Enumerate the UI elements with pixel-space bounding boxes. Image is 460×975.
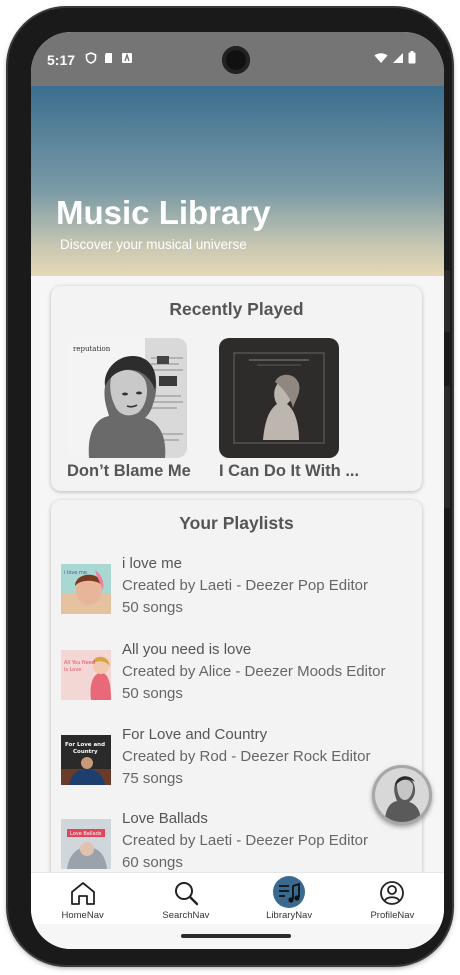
playlist-creator: Created by Rod - Deezer Rock Editor xyxy=(122,748,371,765)
app-screen: 5:17 Music Library Discover your musical… xyxy=(31,32,444,949)
recently-played-title: Recently Played xyxy=(169,299,304,319)
svg-text:is Love: is Love xyxy=(64,667,81,673)
recently-played-card: Recently Played reputation Don’t Blame M… xyxy=(51,286,422,491)
playlists-title: Your Playlists xyxy=(179,513,294,533)
status-notification-icons xyxy=(85,52,133,64)
nav-search[interactable]: SearchNav xyxy=(134,873,237,924)
album-cover-tortured-poets-icon xyxy=(219,338,339,458)
page-subtitle: Discover your musical universe xyxy=(60,237,247,252)
wifi-icon xyxy=(374,52,388,63)
search-icon xyxy=(174,882,199,906)
library-icon xyxy=(279,882,301,903)
svg-text:i love me: i love me xyxy=(64,570,87,576)
playlist-name: All you need is love xyxy=(122,641,252,658)
playlist-creator: Created by Laeti - Deezer Pop Editor xyxy=(122,832,368,849)
album-cover-reputation-icon: reputation xyxy=(67,338,187,458)
playlist-item[interactable]: All You Need is Love All you need is lov… xyxy=(61,641,411,711)
home-icon xyxy=(70,882,95,905)
playlist-name: Love Ballads xyxy=(122,810,208,827)
playlist-song-count: 50 songs xyxy=(122,685,183,702)
power-button xyxy=(444,386,450,508)
status-system-icons xyxy=(374,51,416,64)
nav-profile-label: ProfileNav xyxy=(370,910,415,921)
front-camera xyxy=(222,46,250,74)
svg-text:Country: Country xyxy=(73,749,98,755)
status-bar: 5:17 xyxy=(31,32,444,86)
shield-icon xyxy=(85,52,97,64)
playlist-song-count: 75 songs xyxy=(122,770,183,787)
playlist-song-count: 50 songs xyxy=(122,599,183,616)
recent-item-title: I Can Do It With ... xyxy=(219,462,360,480)
playlist-name: For Love and Country xyxy=(122,726,268,743)
playlist-cover-icon: i love me xyxy=(61,564,111,614)
recent-item-dont-blame-me[interactable]: reputation Don’t Blame Me xyxy=(67,338,207,481)
now-playing-cover-icon xyxy=(375,768,429,822)
svg-text:All You Need: All You Need xyxy=(64,660,95,666)
playlist-song-count: 60 songs xyxy=(122,854,183,871)
sd-card-icon xyxy=(105,53,112,63)
nav-home[interactable]: HomeNav xyxy=(31,873,134,924)
playlist-cover-icon: Love Ballads xyxy=(61,819,111,869)
svg-text:reputation: reputation xyxy=(73,345,111,353)
now-playing-button[interactable] xyxy=(372,765,432,825)
nav-home-label: HomeNav xyxy=(61,910,104,921)
status-time: 5:17 xyxy=(47,52,76,68)
playlist-name: i love me xyxy=(122,555,183,572)
playlist-creator: Created by Alice - Deezer Moods Editor xyxy=(122,663,386,680)
phone-frame: 5:17 Music Library Discover your musical… xyxy=(8,8,452,965)
battery-icon xyxy=(408,51,416,64)
playlist-item[interactable]: i love me i love me Created by Laeti - D… xyxy=(61,555,411,625)
signal-icon xyxy=(393,52,403,63)
playlist-creator: Created by Laeti - Deezer Pop Editor xyxy=(122,577,368,594)
svg-text:Love Ballads: Love Ballads xyxy=(70,831,102,837)
profile-icon xyxy=(380,881,405,905)
app-notification-icon xyxy=(122,52,132,63)
nav-search-label: SearchNav xyxy=(162,910,210,921)
nav-library-label: LibraryNav xyxy=(266,910,313,921)
library-header: Music Library Discover your musical univ… xyxy=(31,86,444,276)
nav-profile[interactable]: ProfileNav xyxy=(341,873,444,924)
volume-button xyxy=(444,270,450,332)
svg-text:For Love and: For Love and xyxy=(65,742,105,748)
home-gesture-bar[interactable] xyxy=(181,934,291,938)
nav-library[interactable]: LibraryNav xyxy=(238,873,341,924)
bottom-navigation: HomeNav SearchNav LibraryNav ProfileNav xyxy=(31,872,444,924)
recent-item-i-can-do-it-with[interactable]: I Can Do It With ... xyxy=(219,338,359,481)
recent-item-title: Don’t Blame Me xyxy=(67,462,191,480)
playlists-card: Your Playlists i love me i love me Creat… xyxy=(51,500,422,880)
gesture-area xyxy=(31,924,444,949)
playlist-item[interactable]: Love Ballads Love Ballads Created by Lae… xyxy=(61,810,411,880)
page-title: Music Library xyxy=(56,194,271,231)
playlist-item[interactable]: For Love and Country For Love and Countr… xyxy=(61,726,411,796)
playlist-cover-icon: All You Need is Love xyxy=(61,650,111,700)
playlist-cover-icon: For Love and Country xyxy=(61,735,111,785)
